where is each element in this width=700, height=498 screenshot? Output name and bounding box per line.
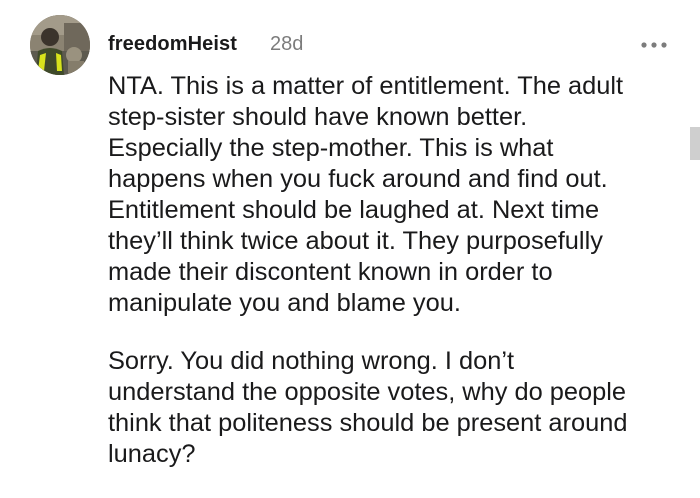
- comment-author[interactable]: freedomHeist: [108, 33, 237, 56]
- comment-paragraph: Sorry. You did nothing wrong. I don’t un…: [108, 347, 628, 468]
- more-options-button[interactable]: [636, 32, 672, 58]
- comment-age: 28d: [270, 33, 304, 55]
- avatar-image: [30, 15, 90, 75]
- avatar[interactable]: [30, 15, 90, 75]
- comment-body: NTA. This is a matter of entitlement. Th…: [108, 71, 688, 470]
- more-horizontal-icon: [641, 42, 667, 48]
- scrollbar-thumb[interactable]: [690, 127, 700, 160]
- comment-paragraph: NTA. This is a matter of entitlement. Th…: [108, 72, 624, 317]
- comment: freedomHeist 28d NTA. This is a matter o…: [0, 0, 700, 498]
